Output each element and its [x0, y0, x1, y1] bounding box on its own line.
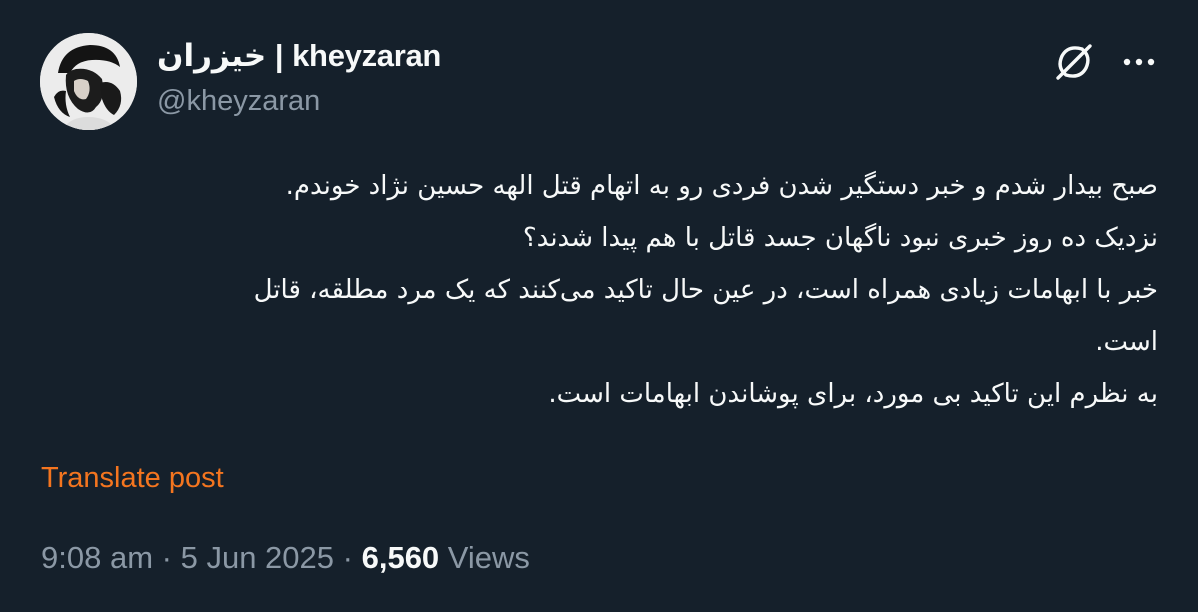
translate-post-link[interactable]: Translate post [41, 462, 224, 495]
avatar[interactable] [40, 33, 137, 130]
more-options-icon[interactable] [1116, 40, 1162, 84]
post-time[interactable]: 9:08 am [41, 540, 153, 575]
views-label: Views [447, 540, 530, 575]
post-text-line: به نظرم این تاکید بی مورد، برای پوشاندن … [548, 379, 1158, 409]
post-meta: 9:08 am · 5 Jun 2025 · 6,560 Views [41, 540, 530, 576]
post-date[interactable]: 5 Jun 2025 [181, 540, 334, 575]
post-text-line: صبح بیدار شدم و خبر دستگیر شدن فردی رو ب… [285, 171, 1158, 201]
author-display-name[interactable]: خیزران | kheyzaran [157, 38, 441, 74]
avatar-image [40, 33, 137, 130]
post-text: صبح بیدار شدم و خبر دستگیر شدن فردی رو ب… [40, 160, 1158, 420]
post-text-line: نزدیک ده روز خبری نبود ناگهان جسد قاتل ب… [522, 223, 1158, 253]
author-handle[interactable]: @kheyzaran [157, 85, 320, 118]
meta-separator: · [161, 540, 172, 575]
post-text-line: است. [1095, 327, 1158, 357]
tweet-card: خیزران | kheyzaran @kheyzaran صبح بیدار … [0, 0, 1198, 612]
meta-separator: · [342, 540, 353, 575]
grok-icon[interactable] [1052, 40, 1096, 84]
views-count: 6,560 [361, 540, 440, 575]
post-text-line: خبر با ابهامات زیادی همراه است، در عین ح… [253, 275, 1158, 305]
